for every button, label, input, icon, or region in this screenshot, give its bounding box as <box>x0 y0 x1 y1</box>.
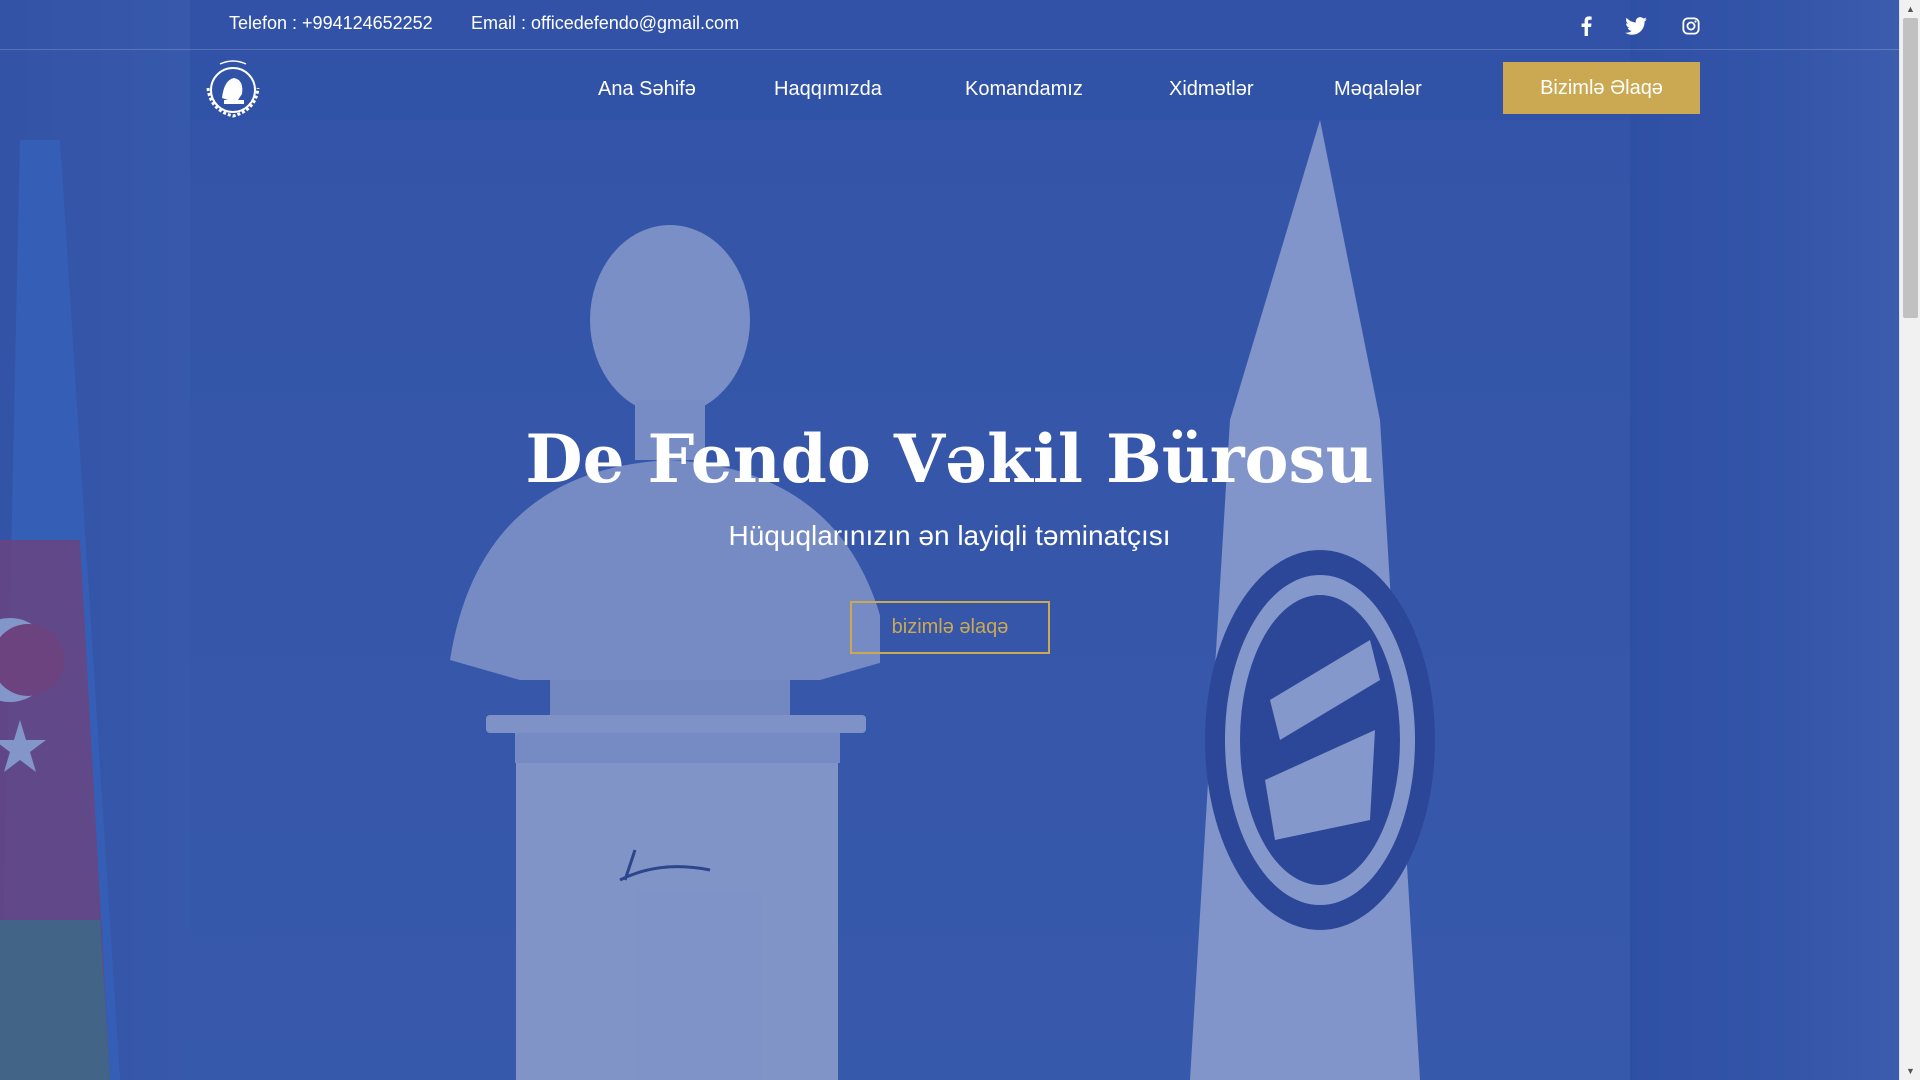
nav-item-articles[interactable]: Məqalələr <box>1334 78 1422 101</box>
hero-subtitle: Hüquqlarınızın ən layiqli təminatçısı <box>728 520 1171 551</box>
scrollbar-thumb[interactable] <box>1903 18 1918 318</box>
nav-item-team[interactable]: Komandamız <box>965 78 1083 101</box>
twitter-icon[interactable] <box>1625 15 1647 37</box>
de-fendo-logo[interactable] <box>198 54 268 122</box>
nav-item-services[interactable]: Xidmətlər <box>1169 78 1253 101</box>
nav-item-about[interactable]: Haqqımızda <box>774 78 882 101</box>
scroll-down-arrow-icon[interactable]: ▼ <box>1900 1062 1920 1080</box>
hero-title: De Fendo Vəkil Bürosu <box>525 420 1374 498</box>
page-scrollbar[interactable]: ▲ ▼ <box>1899 0 1920 1080</box>
top-contact-bar: Telefon : +994124652252 Email : officede… <box>0 0 1899 50</box>
nav-item-home[interactable]: Ana Səhifə <box>598 78 696 101</box>
main-navbar: Ana Səhifə Haqqımızda Komandamız Xidmətl… <box>0 50 1899 126</box>
instagram-icon[interactable] <box>1680 15 1702 37</box>
hero-contact-button[interactable]: bizimlə əlaqə <box>850 601 1050 654</box>
email-link[interactable]: Email : officedefendo@gmail.com <box>471 13 739 34</box>
scroll-up-arrow-icon[interactable]: ▲ <box>1900 0 1920 18</box>
facebook-icon[interactable] <box>1575 15 1597 37</box>
phone-link[interactable]: Telefon : +994124652252 <box>229 13 433 34</box>
contact-us-nav-button[interactable]: Bizimlə Əlaqə <box>1503 62 1700 114</box>
